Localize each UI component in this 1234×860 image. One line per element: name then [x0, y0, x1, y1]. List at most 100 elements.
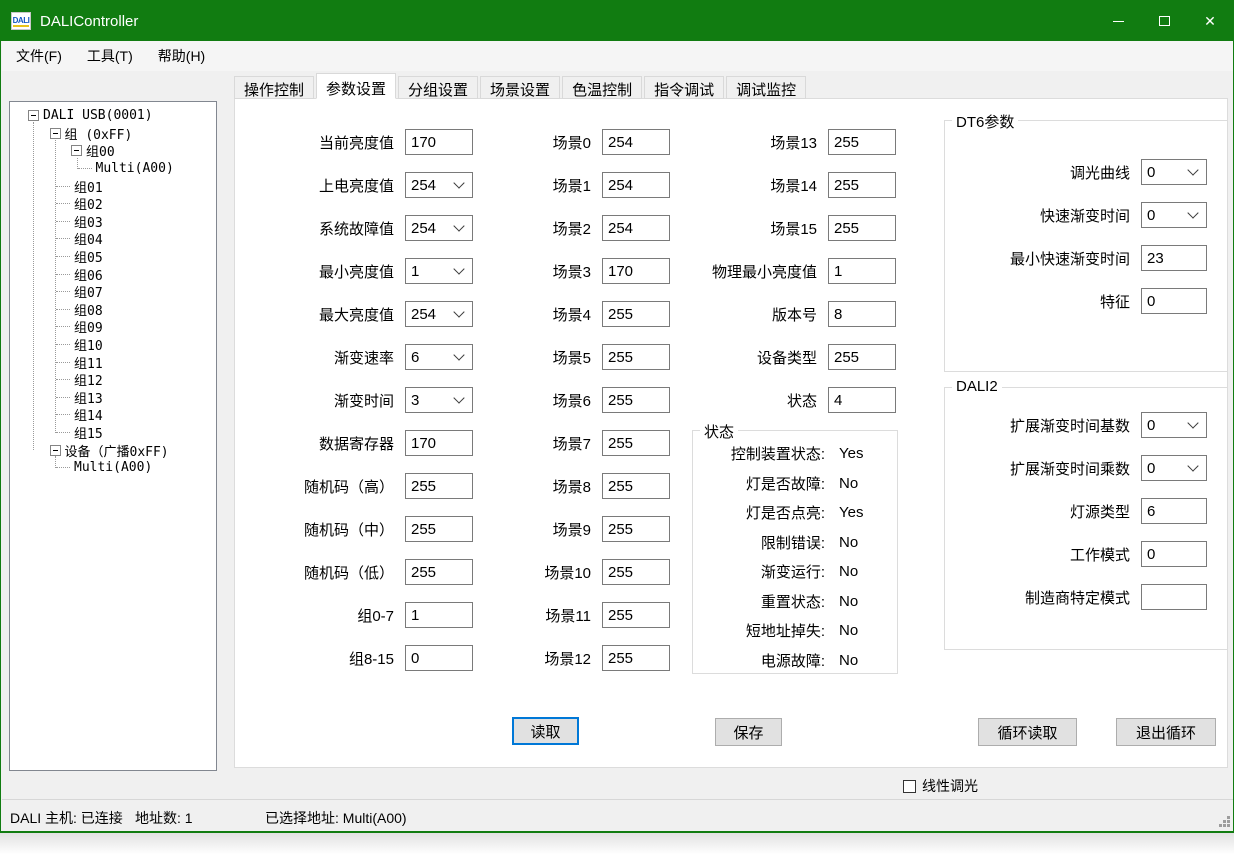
tree-item-group-09[interactable]: 组09: [10, 318, 216, 336]
tree-item-group-11[interactable]: 组11: [10, 353, 216, 371]
scene-15-input[interactable]: [828, 215, 896, 241]
menu-item-file[interactable]: 文件(F): [5, 41, 73, 71]
tab-色温控制[interactable]: 色温控制: [562, 76, 642, 99]
min-level-select[interactable]: 1: [405, 258, 473, 284]
tree-item-dali-usb[interactable]: DALI USB(0001): [10, 107, 216, 125]
scene-2-input[interactable]: [602, 215, 670, 241]
tree-item-multi-a00[interactable]: Multi(A00): [10, 160, 216, 178]
light-source-type-input[interactable]: [1141, 498, 1207, 524]
phys-min-level-input[interactable]: [828, 258, 896, 284]
scene-14-input[interactable]: [828, 172, 896, 198]
tree-item-group-00[interactable]: 组00: [10, 142, 216, 160]
random-mid-input[interactable]: [405, 516, 473, 542]
current-level-input[interactable]: [405, 129, 473, 155]
scene-10-input[interactable]: [602, 559, 670, 585]
resize-grip-icon[interactable]: [1218, 816, 1230, 828]
tab-参数设置[interactable]: 参数设置: [316, 73, 396, 99]
tree-item-device-broadcast[interactable]: 设备（广播0xFF): [10, 441, 216, 459]
tree-item-group-10[interactable]: 组10: [10, 336, 216, 354]
data-register-input[interactable]: [405, 430, 473, 456]
scene-4-input[interactable]: [602, 301, 670, 327]
tree-item-group-01[interactable]: 组01: [10, 177, 216, 195]
operating-mode-input[interactable]: [1141, 541, 1207, 567]
minimize-button[interactable]: [1095, 1, 1141, 41]
field-row-fast-fade-time: 快速渐变时间0: [945, 202, 1227, 228]
menu-item-help[interactable]: 帮助(H): [147, 41, 216, 71]
fade-rate-select[interactable]: 6: [405, 344, 473, 370]
ext-fade-mult-select[interactable]: 0: [1141, 455, 1207, 481]
power-on-level-label: 上电亮度值: [285, 175, 405, 196]
scene-7-input[interactable]: [602, 430, 670, 456]
fast-fade-time-select[interactable]: 0: [1141, 202, 1207, 228]
loop-read-button[interactable]: 循环读取: [978, 718, 1077, 746]
manufacturer-mode-input[interactable]: [1141, 584, 1207, 610]
device-type-input[interactable]: [828, 344, 896, 370]
scene-5-input[interactable]: [602, 344, 670, 370]
exit-loop-button[interactable]: 退出循环: [1116, 718, 1216, 746]
field-row-scene-3: 场景3: [485, 258, 670, 284]
random-low-input[interactable]: [405, 559, 473, 585]
scene-12-input[interactable]: [602, 645, 670, 671]
tree-expander-icon[interactable]: [28, 110, 39, 121]
ext-fade-base-label: 扩展渐变时间基数: [945, 415, 1141, 436]
manufacturer-mode-label: 制造商特定模式: [945, 587, 1141, 608]
tree-item-multi-a00-2[interactable]: Multi(A00): [10, 459, 216, 477]
min-fast-fade-time-input[interactable]: [1141, 245, 1207, 271]
tree-item-group-12[interactable]: 组12: [10, 371, 216, 389]
tab-场景设置[interactable]: 场景设置: [480, 76, 560, 99]
version-input[interactable]: [828, 301, 896, 327]
system-failure-select[interactable]: 254: [405, 215, 473, 241]
scene-3-input[interactable]: [602, 258, 670, 284]
scene-11-input[interactable]: [602, 602, 670, 628]
features-input[interactable]: [1141, 288, 1207, 314]
tree-expander-icon[interactable]: [50, 445, 61, 456]
dim-curve-select[interactable]: 0: [1141, 159, 1207, 185]
scene-1-input[interactable]: [602, 172, 670, 198]
checkbox-icon: [903, 780, 916, 793]
tree-item-group-04[interactable]: 组04: [10, 230, 216, 248]
tree-item-group-14[interactable]: 组14: [10, 406, 216, 424]
scene-6-input[interactable]: [602, 387, 670, 413]
scene-0-input[interactable]: [602, 129, 670, 155]
max-level-select[interactable]: 254: [405, 301, 473, 327]
scene-11-label: 场景11: [485, 605, 602, 626]
tree-item-group-03[interactable]: 组03: [10, 213, 216, 231]
ext-fade-base-select[interactable]: 0: [1141, 412, 1207, 438]
tree-item-group-05[interactable]: 组05: [10, 248, 216, 266]
tree-expander-icon[interactable]: [50, 128, 61, 139]
save-button[interactable]: 保存: [715, 718, 782, 746]
tree-item-group-root[interactable]: 组 (0xFF): [10, 125, 216, 143]
fade-time-select[interactable]: 3: [405, 387, 473, 413]
power-on-level-select[interactable]: 254: [405, 172, 473, 198]
status-row-reset-state: 重置状态:No: [693, 587, 897, 617]
ext-fade-base-value: 0: [1142, 417, 1189, 434]
tree-item-group-02[interactable]: 组02: [10, 195, 216, 213]
close-button[interactable]: ✕: [1187, 1, 1233, 41]
scene-9-input[interactable]: [602, 516, 670, 542]
status-input[interactable]: [828, 387, 896, 413]
tree-item-label: 组12: [74, 370, 103, 389]
scene-1-label: 场景1: [485, 175, 602, 196]
menu-item-tools[interactable]: 工具(T): [76, 41, 144, 71]
tree-item-group-07[interactable]: 组07: [10, 283, 216, 301]
read-button[interactable]: 读取: [512, 717, 579, 745]
scene-13-input[interactable]: [828, 129, 896, 155]
field-row-status: 状态: [665, 387, 896, 413]
random-high-input[interactable]: [405, 473, 473, 499]
tree-item-group-06[interactable]: 组06: [10, 265, 216, 283]
tree-expander-icon[interactable]: [71, 145, 82, 156]
group-8-15-input[interactable]: [405, 645, 473, 671]
tree-item-group-13[interactable]: 组13: [10, 389, 216, 407]
min-level-label: 最小亮度值: [285, 261, 405, 282]
linear-dimming-checkbox[interactable]: 线性调光: [903, 776, 978, 796]
maximize-button[interactable]: [1141, 1, 1187, 41]
light-source-type-label: 灯源类型: [945, 501, 1141, 522]
tab-调试监控[interactable]: 调试监控: [726, 76, 806, 99]
scene-8-input[interactable]: [602, 473, 670, 499]
tab-操作控制[interactable]: 操作控制: [234, 76, 314, 99]
tab-指令调试[interactable]: 指令调试: [644, 76, 724, 99]
tab-分组设置[interactable]: 分组设置: [398, 76, 478, 99]
tree-item-group-15[interactable]: 组15: [10, 424, 216, 442]
tree-item-group-08[interactable]: 组08: [10, 301, 216, 319]
group-0-7-input[interactable]: [405, 602, 473, 628]
